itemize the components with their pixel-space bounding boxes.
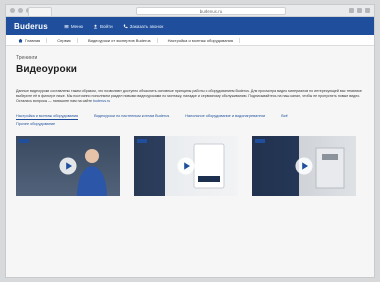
breadcrumb-video-lessons[interactable]: Видеоуроки от экспертов Buderus xyxy=(82,37,158,43)
close-window-button[interactable] xyxy=(10,8,15,13)
filter-other[interactable]: Прочее оборудование xyxy=(16,122,364,127)
browser-window: budenus.ru Buderus Меню Войти Заказать з… xyxy=(5,4,375,278)
main-content: Тренинги Видеоуроки Данные видеоуроки со… xyxy=(6,46,374,196)
brand-logo[interactable]: Buderus xyxy=(14,22,48,31)
callback-button[interactable]: Заказать звонок xyxy=(123,23,164,29)
browser-tab[interactable] xyxy=(28,7,52,16)
filter-setup[interactable]: Настройка и монтаж оборудования xyxy=(16,114,79,120)
browser-toolbar: budenus.ru xyxy=(6,5,374,17)
minimize-window-button[interactable] xyxy=(18,8,23,13)
play-icon[interactable] xyxy=(295,157,313,175)
video-filters: Настройка и монтаж оборудования Видеоуро… xyxy=(16,114,364,127)
filter-all[interactable]: Всё xyxy=(281,114,288,120)
video-card[interactable] xyxy=(16,135,120,196)
brand-badge xyxy=(255,138,265,143)
video-card[interactable] xyxy=(134,135,238,196)
unit-image xyxy=(315,147,345,189)
brand-badge xyxy=(19,138,29,143)
brand-badge xyxy=(137,138,147,143)
menu-button[interactable]: Меню xyxy=(64,24,83,29)
device-bezel: budenus.ru Buderus Меню Войти Заказать з… xyxy=(0,0,380,282)
presenter-image xyxy=(77,148,107,196)
filter-floor-equipment[interactable]: Напольное оборудование и водонагреватели xyxy=(185,114,265,120)
breadcrumb-home[interactable]: Главная xyxy=(12,37,48,43)
browser-extension-icons xyxy=(349,8,370,13)
description-link[interactable]: buderus.ru xyxy=(93,99,110,103)
play-icon[interactable] xyxy=(59,157,77,175)
menu-label: Меню xyxy=(70,23,84,29)
menu-icon xyxy=(64,24,69,28)
video-card[interactable] xyxy=(252,135,356,196)
home-icon xyxy=(18,38,23,42)
boiler-image xyxy=(193,143,225,189)
video-list xyxy=(16,135,364,196)
callback-label: Заказать звонок xyxy=(129,23,164,29)
site-header: Buderus Меню Войти Заказать звонок xyxy=(6,17,374,35)
breadcrumb-current: Настройка и монтаж оборудования xyxy=(162,37,241,43)
page-description: Данные видеоуроки составлены таким образ… xyxy=(16,89,368,105)
browser-menu-icon[interactable] xyxy=(365,8,370,13)
breadcrumb-home-label: Главная xyxy=(25,37,41,43)
play-icon[interactable] xyxy=(177,157,195,175)
extension-icon[interactable] xyxy=(357,8,362,13)
phone-icon xyxy=(123,24,128,28)
login-label: Войти xyxy=(100,23,113,29)
breadcrumb-service[interactable]: Сервис xyxy=(51,37,78,43)
filter-wall-boilers[interactable]: Видеоуроки по настенным котлам Buderus xyxy=(94,114,169,120)
page-title: Видеоуроки xyxy=(16,64,78,75)
address-bar[interactable]: budenus.ru xyxy=(136,7,286,15)
extension-icon[interactable] xyxy=(349,8,354,13)
breadcrumb: Главная Сервис Видеоуроки от экспертов B… xyxy=(6,35,374,46)
description-text: Данные видеоуроки составлены таким образ… xyxy=(16,89,362,104)
page-kicker: Тренинги xyxy=(16,55,38,61)
user-icon xyxy=(93,24,98,28)
login-button[interactable]: Войти xyxy=(93,24,113,29)
